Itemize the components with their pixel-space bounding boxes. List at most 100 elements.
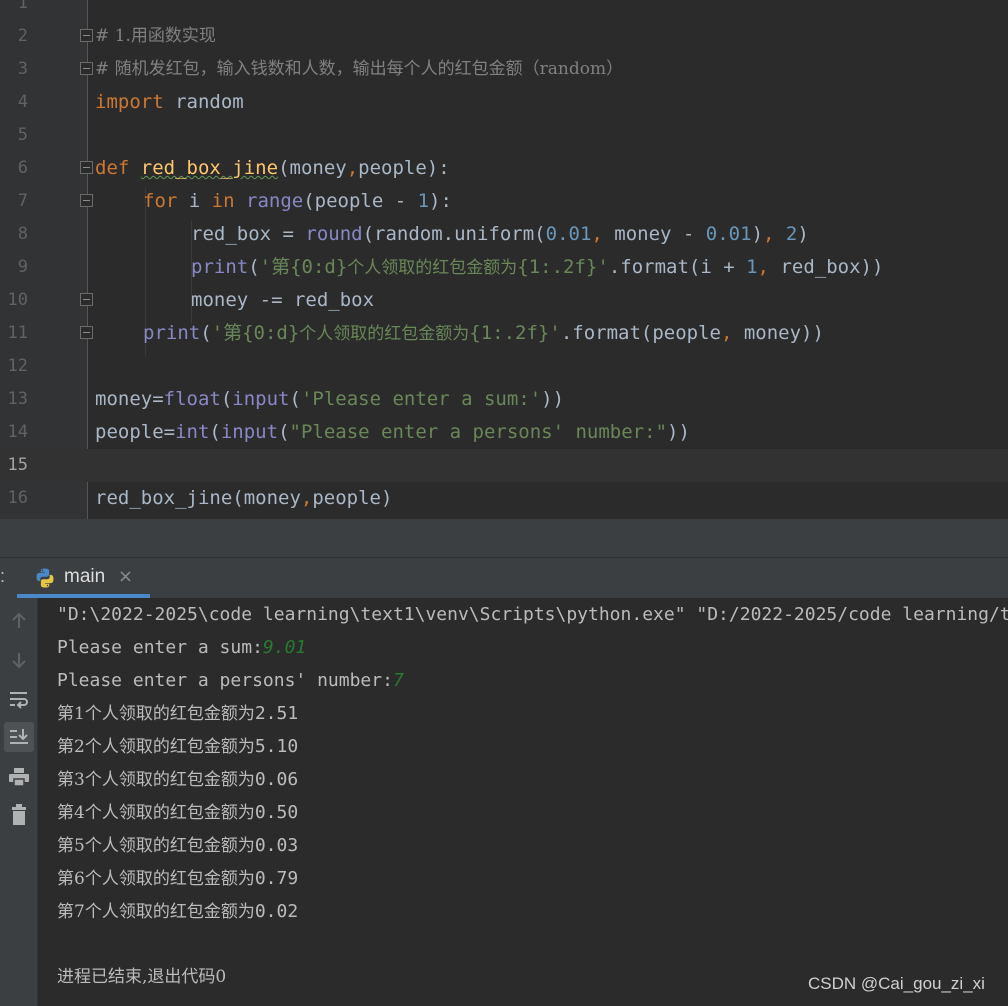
process-exit-line: 进程已结束,退出代码0 [57,967,227,987]
code-token: ( [209,421,221,443]
code-text: print('第{0:d}个人领取的红包金额为{1:.2f}'.format(p… [143,317,824,351]
line-number: 10 [7,290,28,310]
result-value: 2.51 [254,703,299,724]
code-token: money - [614,223,706,245]
prompt-text: Please enter a sum: [57,637,263,658]
string-token: '第{0:d} [259,256,348,278]
scroll-to-end-icon [10,729,28,744]
line-number: 9 [17,257,28,277]
close-icon[interactable]: × [118,566,133,587]
soft-wrap-button[interactable] [4,684,34,714]
builtin-token: round [305,223,363,245]
number-token: 0.01 [705,223,752,245]
code-line-10[interactable]: 10 money -= red_box [0,284,1008,317]
prompt-text: Please enter a persons' number: [57,670,393,691]
code-token: ): [429,190,452,212]
line-number: 15 [7,455,28,475]
code-token: ( [289,388,301,410]
line-number: 6 [17,158,28,178]
line-number: 1 [17,0,28,13]
line-number: 14 [7,422,28,442]
code-line-15-current[interactable]: 15 [0,449,1008,482]
fold-toggle-icon[interactable] [80,29,93,42]
string-token: {1:.2f}' [517,256,609,278]
scroll-up-button[interactable] [4,606,34,636]
string-token: 个人领取的红包金额为 [347,258,518,278]
builtin-token: float [163,388,221,410]
soft-wrap-icon [10,692,28,709]
number-token: 1 [746,256,758,278]
result-prefix: 第5个人领取的红包金额为 [57,836,255,856]
line-number: 13 [7,389,28,409]
number-token: 2 [785,223,798,245]
code-token: ) [751,223,764,245]
code-line-7[interactable]: 7 for i in range(people - 1): [0,185,1008,218]
code-token: ( [278,421,290,443]
string-token: 'Please enter a sum:' [300,388,542,410]
code-line-2[interactable]: 2 # 1.用函数实现 [0,20,1008,53]
console-result-line: 第6个人领取的红包金额为0.79 [57,862,298,896]
string-token: 个人领取的红包金额为 [299,324,470,344]
keyword-token: for [143,190,178,212]
code-token: (random.uniform( [362,223,546,245]
code-line-16[interactable]: 16 red_box_jine(money,people) [0,482,1008,515]
number-token: 0.01 [545,223,592,245]
code-line-4[interactable]: 4 import random [0,86,1008,119]
result-prefix: 第6个人领取的红包金额为 [57,869,255,889]
result-prefix: 第4个人领取的红包金额为 [57,803,255,823]
console-result-line: 第1个人领取的红包金额为2.51 [57,697,298,731]
run-tab-prefix: : [0,566,6,586]
code-token: red_box = [191,223,306,245]
code-line-5[interactable]: 5 [0,119,1008,152]
code-token: .format(i + [608,256,747,278]
scroll-down-button[interactable] [4,645,34,675]
code-line-6[interactable]: 6 def red_box_jine(money,people): [0,152,1008,185]
code-line-3[interactable]: 3 # 随机发红包，输入钱数和人数，输出每个人的红包金额（random） [0,53,1008,86]
comma-token: , [300,487,313,509]
code-token: (people - [303,190,418,212]
clear-console-button[interactable] [4,800,34,830]
code-editor[interactable]: 1 2 # 1.用函数实现 3 # 随机发红包，输入钱数和人数，输出每个人的红包… [0,0,1008,519]
line-number: 11 [7,323,28,343]
fold-toggle-icon[interactable] [80,161,93,174]
code-line-11[interactable]: 11 print('第{0:d}个人领取的红包金额为{1:.2f}'.forma… [0,317,1008,350]
fold-toggle-icon[interactable] [80,62,93,75]
user-input-value: 9.01 [262,637,307,658]
editor-bottom-spacer [0,519,1008,557]
comma-token: , [763,223,786,245]
code-text: people=int(input("Please enter a persons… [95,416,690,449]
comma-token: , [757,256,781,278]
scroll-to-end-button[interactable] [4,722,34,752]
console-result-line: 第2个人领取的红包金额为5.10 [57,730,298,764]
code-line-9[interactable]: 9 print('第{0:d}个人领取的红包金额为{1:.2f}'.format… [0,251,1008,284]
line-number: 4 [17,92,28,112]
code-line-1[interactable]: 1 [0,0,1008,20]
code-line-12[interactable]: 12 [0,350,1008,383]
builtin-token: print [191,256,249,278]
string-token: {1:.2f}' [469,322,561,344]
code-text: print('第{0:d}个人领取的红包金额为{1:.2f}'.format(i… [191,251,883,285]
line-number: 16 [7,488,28,508]
code-line-8[interactable]: 8 red_box = round(random.uniform(0.01, m… [0,218,1008,251]
print-button[interactable] [4,762,34,792]
line-number: 2 [17,26,28,46]
console-result-line: 第5个人领取的红包金额为0.03 [57,829,298,863]
line-number: 5 [17,125,28,145]
keyword-token: in [211,190,235,212]
code-line-14[interactable]: 14 people=int(input("Please enter a pers… [0,416,1008,449]
code-line-13[interactable]: 13 money=float(input('Please enter a sum… [0,383,1008,416]
code-token: money= [95,388,164,410]
fold-toggle-icon[interactable] [80,326,93,339]
fold-toggle-icon[interactable] [80,194,93,207]
line-number: 3 [17,59,28,79]
code-token: people= [95,421,176,443]
result-value: 5.10 [254,736,299,757]
fold-toggle-icon[interactable] [80,293,93,306]
tab-main[interactable]: main × [17,558,150,598]
keyword-token: import [95,91,164,113]
code-token: .format(people [560,322,721,344]
tab-label: main [64,566,106,587]
console-output[interactable]: "D:\2022-2025\code learning\text1\venv\S… [39,598,1008,1006]
line-number: 12 [7,356,28,376]
csdn-watermark: CSDN @Cai_gou_zi_xi [808,974,985,993]
